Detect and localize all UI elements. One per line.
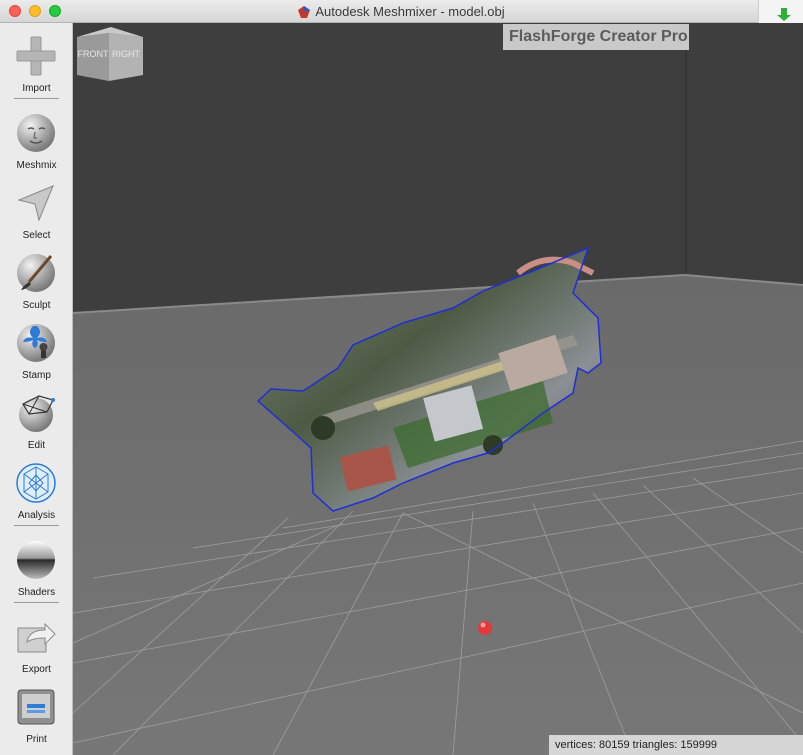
export-arrow-icon bbox=[17, 622, 56, 653]
edit-button[interactable]: Edit bbox=[0, 388, 73, 458]
mesh-analysis-icon bbox=[16, 463, 56, 503]
printer-name-label: FlashForge Creator Pro bbox=[503, 24, 689, 50]
export-button[interactable]: Export bbox=[0, 612, 73, 682]
wireframe-sphere-icon bbox=[19, 395, 55, 432]
import-label: Import bbox=[22, 83, 51, 94]
edit-label: Edit bbox=[27, 440, 46, 451]
3d-viewport[interactable]: FlashForge Creator Pro FRONT RIGHT verti… bbox=[73, 23, 803, 755]
print-label: Print bbox=[26, 734, 47, 745]
view-cube[interactable]: FRONT RIGHT bbox=[73, 23, 145, 85]
shaders-label: Shaders bbox=[17, 587, 56, 598]
view-cube-front-label: FRONT bbox=[78, 49, 109, 59]
toolbar-divider bbox=[14, 602, 59, 603]
stamp-label: Stamp bbox=[22, 370, 51, 381]
print-button[interactable]: Print bbox=[0, 682, 73, 752]
arrow-cursor-icon bbox=[17, 185, 54, 222]
face-sphere-icon bbox=[17, 114, 55, 152]
mesh-stats-status: vertices: 80159 triangles: 159999 bbox=[549, 735, 803, 755]
import-button[interactable]: Import bbox=[0, 31, 73, 101]
fleur-de-lis-stamp-icon bbox=[17, 324, 55, 362]
meshmixer-logo-icon bbox=[298, 6, 311, 18]
title-bar: Autodesk Meshmixer - model.obj bbox=[0, 0, 803, 23]
tool-sidebar: Import Meshmix Select Sculpt Stamp Edit … bbox=[0, 23, 73, 755]
printer-icon bbox=[17, 689, 55, 725]
chrome-sphere-icon bbox=[17, 541, 55, 579]
brush-sphere-icon bbox=[17, 254, 55, 292]
select-button[interactable]: Select bbox=[0, 178, 73, 248]
analysis-button[interactable]: Analysis bbox=[0, 458, 73, 528]
sculpt-label: Sculpt bbox=[22, 300, 51, 311]
plus-icon bbox=[16, 36, 56, 76]
select-label: Select bbox=[22, 230, 51, 241]
meshmix-label: Meshmix bbox=[16, 160, 57, 171]
meshmix-button[interactable]: Meshmix bbox=[0, 108, 73, 178]
toolbar-divider bbox=[14, 525, 59, 526]
window-title-text: Autodesk Meshmixer - model.obj bbox=[315, 4, 505, 19]
view-cube-right-label: RIGHT bbox=[112, 49, 141, 59]
scene-canvas bbox=[73, 23, 803, 755]
stamp-button[interactable]: Stamp bbox=[0, 318, 73, 388]
window-title: Autodesk Meshmixer - model.obj bbox=[0, 4, 803, 19]
pivot-point[interactable] bbox=[478, 621, 492, 635]
toolbar-divider bbox=[14, 98, 59, 99]
sculpt-button[interactable]: Sculpt bbox=[0, 248, 73, 318]
export-label: Export bbox=[22, 664, 51, 675]
shaders-button[interactable]: Shaders bbox=[0, 535, 73, 605]
analysis-label: Analysis bbox=[17, 510, 56, 521]
